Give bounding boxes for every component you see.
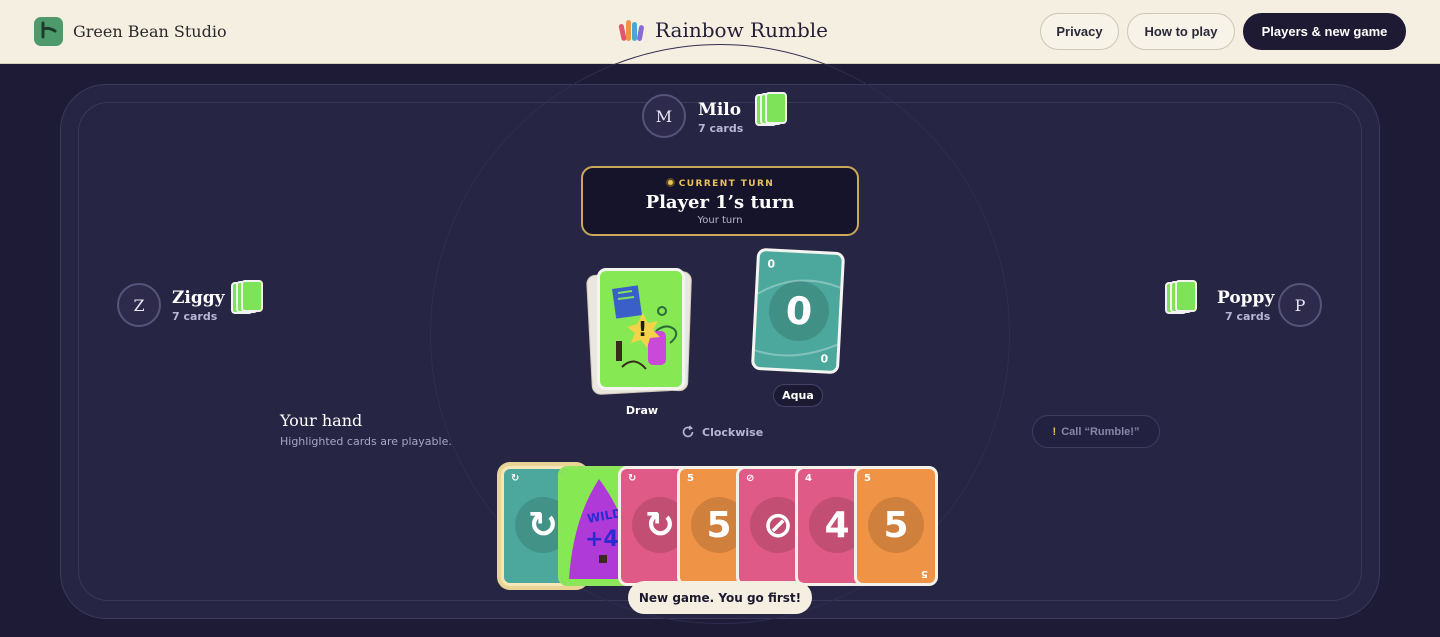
card-symbol: +4 xyxy=(585,527,619,552)
current-turn-title: Player 1’s turn xyxy=(645,192,795,213)
player-hand-stack-poppy xyxy=(1165,280,1197,320)
player-avatar-ziggy: Z xyxy=(117,283,161,327)
player-card-count-ziggy: 7 cards xyxy=(172,310,218,323)
current-color-chip: Aqua xyxy=(773,384,823,407)
clockwise-icon xyxy=(682,425,694,438)
play-direction-label: Clockwise xyxy=(702,425,764,439)
players-new-game-button[interactable]: Players & new game xyxy=(1243,13,1406,50)
discard-pile-top-card: 0 0 0 xyxy=(750,247,846,375)
status-toast: New game. You go first! xyxy=(628,581,812,614)
card-corner: ↻ xyxy=(628,473,637,484)
player-card-count-milo: 7 cards xyxy=(698,122,744,135)
current-turn-banner: CURRENT TURN Player 1’s turn Your turn xyxy=(581,166,859,236)
studio-logo-icon xyxy=(34,17,63,46)
card-symbol: 5 xyxy=(868,497,924,553)
draw-card-symbol: ! xyxy=(638,317,648,341)
player-hand-stack-ziggy xyxy=(231,280,263,320)
player-avatar-poppy: P xyxy=(1278,283,1322,327)
studio-name: Green Bean Studio xyxy=(73,22,227,41)
card-corner: 5 xyxy=(687,473,694,484)
player-card-count-poppy: 7 cards xyxy=(1225,310,1271,323)
player-name-ziggy: Ziggy xyxy=(172,288,225,308)
draw-pile[interactable]: ! xyxy=(597,268,685,390)
app-title: Rainbow Rumble xyxy=(655,18,828,42)
hand-hint: Highlighted cards are playable. xyxy=(280,435,452,448)
how-to-play-button[interactable]: How to play xyxy=(1127,13,1235,50)
player-hand-stack-milo xyxy=(755,92,787,132)
play-direction: Clockwise xyxy=(680,424,763,440)
card-corner-bottom: 5 xyxy=(921,568,928,579)
discard-corner-value-bottom: 0 xyxy=(820,351,829,365)
draw-pile-label: Draw xyxy=(625,404,659,417)
discard-corner-value: 0 xyxy=(767,257,776,271)
hand-title: Your hand xyxy=(280,411,363,430)
card-corner: ⊘ xyxy=(746,473,755,484)
player-avatar-milo: M xyxy=(642,94,686,138)
current-turn-tag: CURRENT TURN xyxy=(583,178,857,189)
player-name-milo: Milo xyxy=(698,100,742,120)
player-name-poppy: Poppy xyxy=(1217,288,1275,308)
hand-card-7[interactable]: 5 5 5 xyxy=(854,466,938,586)
card-corner: 4 xyxy=(805,473,812,484)
privacy-button[interactable]: Privacy xyxy=(1040,13,1119,50)
studio-brand[interactable]: Green Bean Studio xyxy=(34,17,227,46)
rainbow-logo-icon xyxy=(618,20,644,42)
card-corner: 5 xyxy=(864,473,871,484)
turn-dot-icon xyxy=(665,178,675,187)
card-corner: ↻ xyxy=(511,473,520,484)
current-turn-subtitle: Your turn xyxy=(697,215,743,226)
discard-card-value: 0 xyxy=(784,288,814,334)
call-rumble-label: Call “Rumble!” xyxy=(1061,425,1140,438)
alert-icon: ! xyxy=(1052,425,1057,438)
app-brand: Rainbow Rumble xyxy=(618,18,828,42)
call-rumble-button[interactable]: ! Call “Rumble!” xyxy=(1032,415,1160,448)
